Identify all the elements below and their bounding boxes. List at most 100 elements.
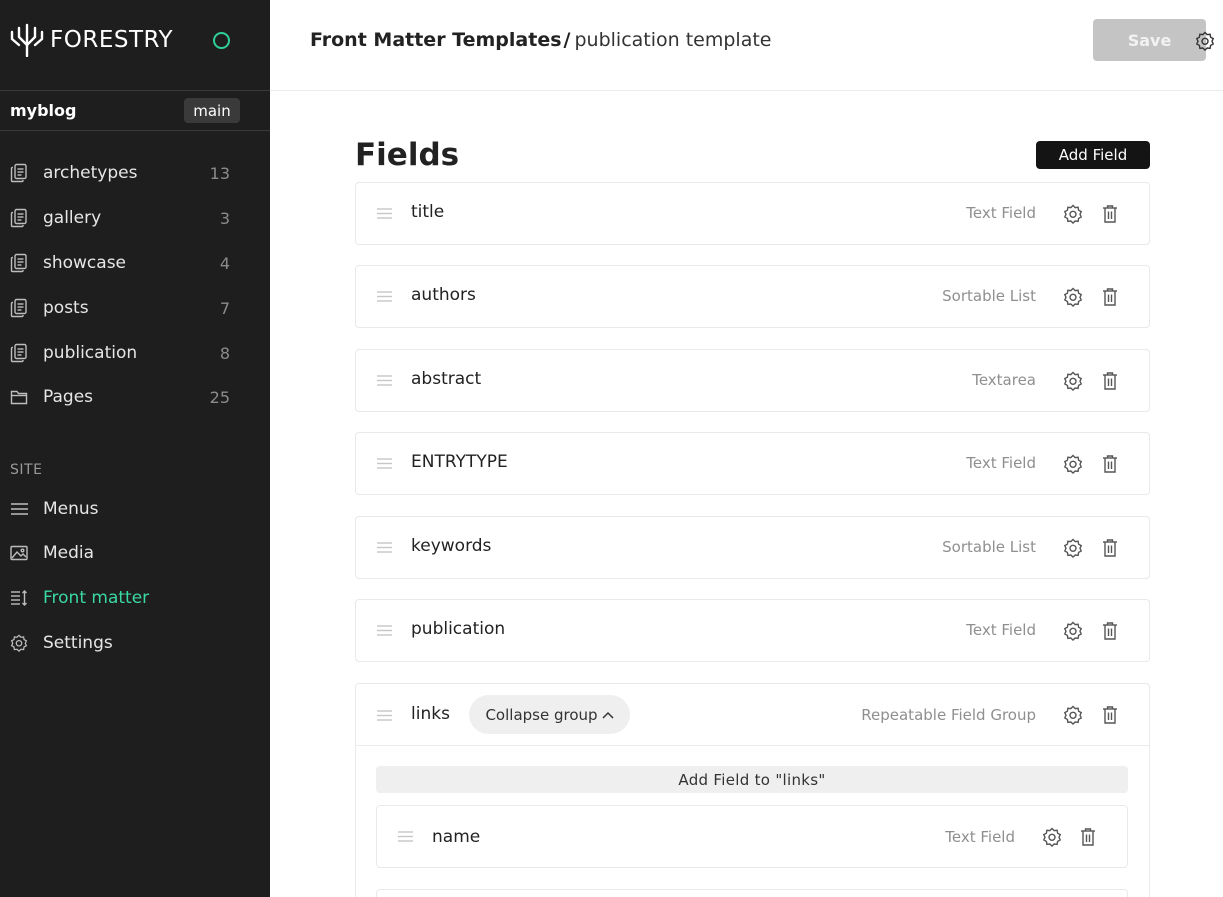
sidebar-item-label: Media	[43, 543, 95, 563]
document-icon	[10, 163, 27, 183]
trash-icon[interactable]	[1102, 287, 1118, 307]
sidebar-item-label: gallery	[43, 208, 102, 228]
status-indicator-icon	[213, 32, 230, 49]
gear-icon[interactable]	[1063, 454, 1083, 474]
field-name: name	[432, 827, 481, 847]
trash-icon[interactable]	[1102, 538, 1118, 558]
trash-icon[interactable]	[1102, 204, 1118, 224]
save-button[interactable]: Save	[1093, 19, 1206, 61]
subfield-row[interactable]	[376, 889, 1128, 897]
field-type: Text Field	[966, 454, 1036, 472]
settings-gear-icon[interactable]	[1194, 31, 1216, 51]
drag-handle-icon[interactable]	[377, 458, 392, 469]
brand[interactable]: FORESTRY	[10, 22, 173, 58]
sidebar-item-label: Front matter	[43, 588, 150, 608]
sidebar-item-label: posts	[43, 298, 89, 318]
field-row[interactable]: abstract Textarea	[355, 349, 1150, 412]
sidebar-item-label: Settings	[43, 633, 113, 653]
sidebar-item-count: 3	[219, 208, 230, 228]
collapse-group-button[interactable]: Collapse group	[469, 695, 630, 734]
collapse-group-label: Collapse group	[485, 705, 598, 724]
field-name: ENTRYTYPE	[411, 452, 508, 472]
breadcrumb: Front Matter Templates / publication templ…	[310, 29, 771, 51]
sidebar-item-publication[interactable]: publication 8	[0, 335, 270, 371]
gear-icon[interactable]	[1042, 827, 1062, 847]
menu-icon	[11, 503, 28, 515]
site-section-heading: SITE	[10, 462, 43, 478]
branch-badge[interactable]: main	[184, 98, 240, 123]
sidebar-item-count: 4	[219, 253, 230, 273]
field-row[interactable]: title Text Field	[355, 182, 1150, 245]
sidebar-item-label: publication	[43, 343, 138, 363]
drag-handle-icon[interactable]	[377, 375, 392, 386]
gear-icon	[10, 634, 28, 652]
sidebar-item-label: showcase	[43, 253, 127, 273]
sidebar-item-gallery[interactable]: gallery 3	[0, 200, 270, 236]
field-name: abstract	[411, 369, 482, 389]
trash-icon[interactable]	[1102, 705, 1118, 725]
sidebar-item-label: Menus	[43, 499, 99, 519]
field-name: authors	[411, 285, 476, 305]
page-header: Front Matter Templates / publication templ…	[270, 0, 1223, 91]
drag-handle-icon[interactable]	[377, 291, 392, 302]
field-name: keywords	[411, 536, 492, 556]
field-type: Text Field	[945, 828, 1015, 846]
sidebar-item-menus[interactable]: Menus	[0, 491, 270, 527]
field-group-links: links Collapse group Repeatable Field Gr…	[355, 683, 1150, 897]
sidebar-item-showcase[interactable]: showcase 4	[0, 245, 270, 281]
field-name: title	[411, 202, 445, 222]
field-name: publication	[411, 619, 506, 639]
trash-icon[interactable]	[1102, 621, 1118, 641]
document-icon	[10, 208, 27, 228]
field-type: Sortable List	[942, 538, 1036, 556]
sidebar-item-count: 25	[209, 387, 230, 407]
subfield-row[interactable]: name Text Field	[376, 805, 1128, 868]
drag-handle-icon[interactable]	[398, 831, 413, 842]
gear-icon[interactable]	[1063, 371, 1083, 391]
breadcrumb-root[interactable]: Front Matter Templates	[310, 29, 562, 51]
add-field-button[interactable]: Add Field	[1036, 141, 1150, 169]
field-row[interactable]: authors Sortable List	[355, 265, 1150, 328]
sidebar-item-count: 8	[219, 343, 230, 363]
gear-icon[interactable]	[1063, 204, 1083, 224]
sidebar-item-pages[interactable]: Pages 25	[0, 379, 270, 415]
gear-icon[interactable]	[1063, 538, 1083, 558]
breadcrumb-current: publication template	[574, 29, 772, 51]
field-row[interactable]: publication Text Field	[355, 599, 1150, 662]
document-icon	[10, 253, 27, 273]
field-row[interactable]: ENTRYTYPE Text Field	[355, 432, 1150, 495]
field-type: Text Field	[966, 204, 1036, 222]
image-icon	[10, 545, 28, 561]
field-type: Repeatable Field Group	[861, 706, 1036, 724]
field-name: links	[411, 704, 450, 724]
forestry-logo-icon	[10, 23, 44, 57]
add-field-to-group-button[interactable]: Add Field to "links"	[376, 766, 1128, 793]
chevron-up-icon	[602, 711, 614, 719]
trash-icon[interactable]	[1102, 371, 1118, 391]
sidebar-item-posts[interactable]: posts 7	[0, 290, 270, 326]
field-group-header[interactable]: links Collapse group Repeatable Field Gr…	[356, 684, 1149, 746]
breadcrumb-separator: /	[563, 29, 571, 51]
trash-icon[interactable]	[1080, 827, 1096, 847]
sidebar-item-front-matter[interactable]: Front matter	[0, 580, 270, 616]
drag-handle-icon[interactable]	[377, 542, 392, 553]
folder-icon	[10, 390, 28, 405]
sidebar-item-count: 7	[219, 298, 230, 318]
repo-row[interactable]: myblog main	[0, 90, 270, 131]
gear-icon[interactable]	[1063, 705, 1083, 725]
sidebar-item-settings[interactable]: Settings	[0, 625, 270, 661]
repo-name: myblog	[10, 101, 77, 120]
sidebar-item-label: Pages	[43, 387, 94, 407]
field-type: Text Field	[966, 621, 1036, 639]
sidebar-item-label: archetypes	[43, 163, 138, 183]
field-row[interactable]: keywords Sortable List	[355, 516, 1150, 579]
gear-icon[interactable]	[1063, 621, 1083, 641]
gear-icon[interactable]	[1063, 287, 1083, 307]
front-matter-icon	[11, 590, 27, 606]
trash-icon[interactable]	[1102, 454, 1118, 474]
drag-handle-icon[interactable]	[377, 710, 392, 721]
drag-handle-icon[interactable]	[377, 625, 392, 636]
sidebar-item-media[interactable]: Media	[0, 535, 270, 571]
sidebar-item-archetypes[interactable]: archetypes 13	[0, 155, 270, 191]
drag-handle-icon[interactable]	[377, 208, 392, 219]
